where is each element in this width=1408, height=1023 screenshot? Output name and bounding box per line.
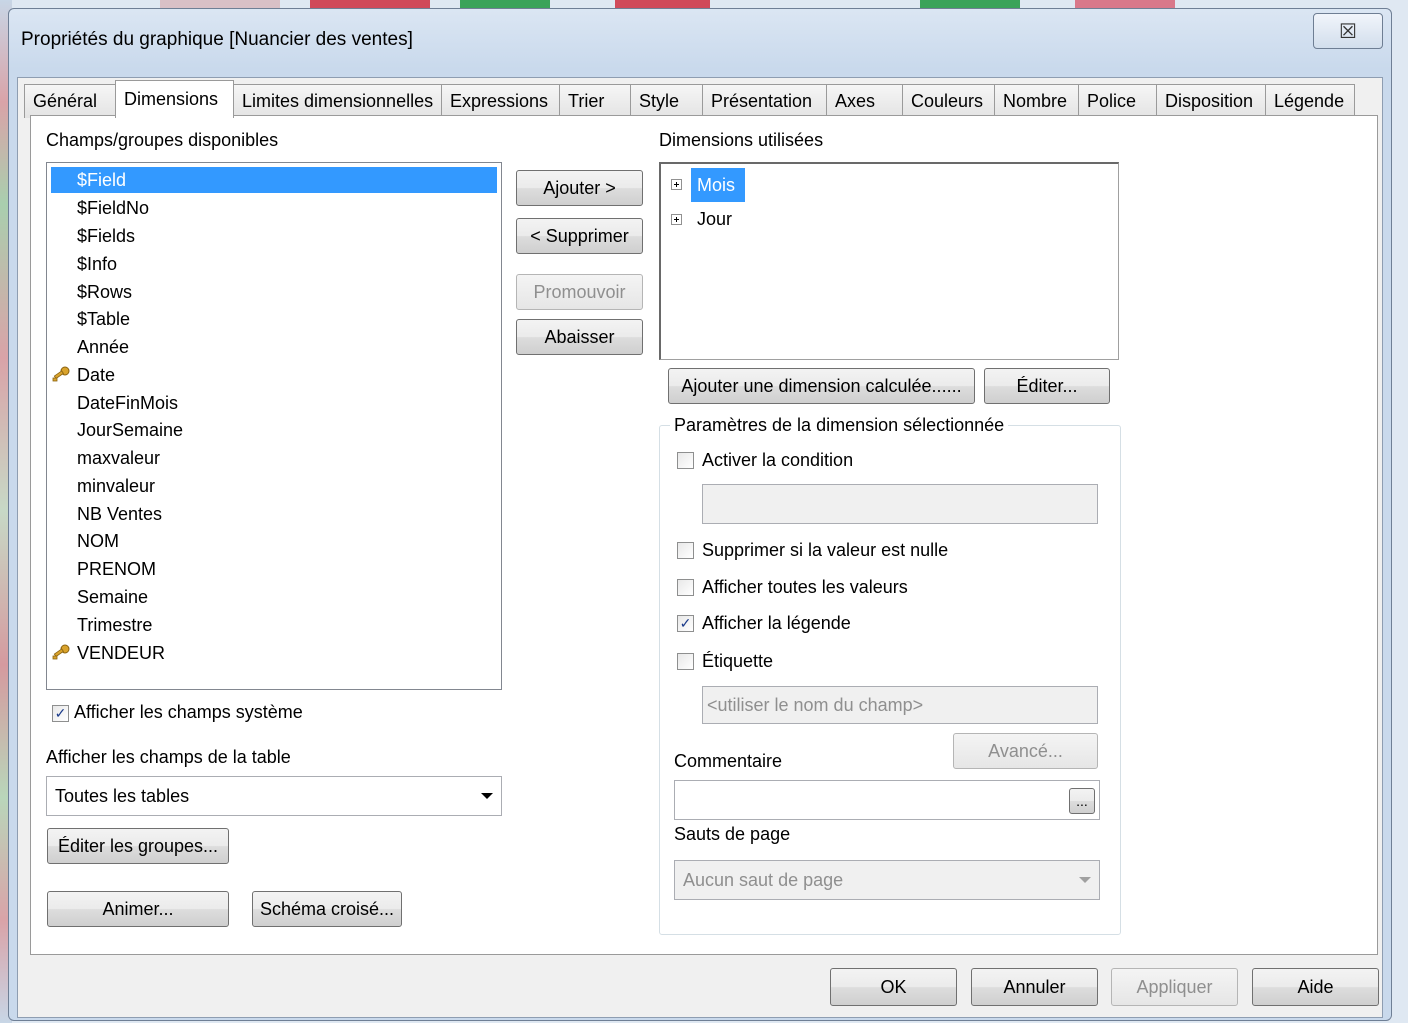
tab-dimensions[interactable]: Dimensions xyxy=(115,80,234,118)
tab-presentation[interactable]: Présentation xyxy=(702,84,827,118)
advanced-button[interactable]: Avancé... xyxy=(953,733,1098,769)
list-item[interactable]: Année xyxy=(77,334,129,360)
list-item[interactable]: $Info xyxy=(77,251,117,277)
list-item[interactable]: Date xyxy=(77,362,115,388)
tree-item-mois[interactable]: Mois xyxy=(691,168,745,202)
tab-sort[interactable]: Trier xyxy=(559,84,631,118)
show-all-values-checkbox[interactable] xyxy=(677,579,694,596)
show-legend-label: Afficher la légende xyxy=(702,613,851,633)
add-button[interactable]: Ajouter > xyxy=(516,170,643,206)
edit-dimension-button[interactable]: Éditer... xyxy=(984,368,1110,404)
list-item[interactable]: $Table xyxy=(77,306,130,332)
comment-label: Commentaire xyxy=(674,751,783,771)
list-item[interactable]: Trimestre xyxy=(77,612,152,638)
close-icon: ☒ xyxy=(1339,20,1357,43)
tab-expressions[interactable]: Expressions xyxy=(441,84,560,118)
page-breaks-label: Sauts de page xyxy=(674,824,791,844)
params-group-title: Paramètres de la dimension sélectionnée xyxy=(670,415,1009,436)
table-select-value: Toutes les tables xyxy=(55,785,190,806)
condition-input xyxy=(702,484,1098,524)
show-legend-checkbox[interactable]: ✓ xyxy=(677,615,694,632)
checkmark-icon: ✓ xyxy=(54,705,67,721)
table-fields-label: Afficher les champs de la table xyxy=(46,747,291,767)
tree-item-jour[interactable]: Jour xyxy=(697,206,732,232)
tab-general[interactable]: Général xyxy=(24,84,116,118)
label-label: Étiquette xyxy=(702,651,774,671)
promote-button[interactable]: Promouvoir xyxy=(516,274,643,310)
help-button[interactable]: Aide xyxy=(1252,968,1379,1006)
list-item[interactable]: $FieldNo xyxy=(77,195,149,221)
show-all-values-label: Afficher toutes les valeurs xyxy=(702,577,908,597)
label-input: <utiliser le nom du champ> xyxy=(702,686,1098,724)
tab-legend[interactable]: Légende xyxy=(1265,84,1355,118)
tab-strip: Général Dimensions Limites dimensionnell… xyxy=(24,80,1355,118)
list-item[interactable]: $Fields xyxy=(77,223,135,249)
list-item[interactable]: $Field xyxy=(51,167,497,193)
suppress-null-label: Supprimer si la valeur est nulle xyxy=(702,540,949,560)
key-icon xyxy=(52,366,70,382)
used-dimensions-label: Dimensions utilisées xyxy=(659,130,824,150)
list-item[interactable]: minvaleur xyxy=(77,473,155,499)
enable-condition-checkbox[interactable] xyxy=(677,452,694,469)
expand-icon[interactable] xyxy=(671,214,682,225)
list-item[interactable]: VENDEUR xyxy=(77,640,165,666)
show-system-fields-checkbox[interactable]: ✓ xyxy=(52,705,69,722)
edit-groups-button[interactable]: Éditer les groupes... xyxy=(47,828,229,864)
list-item[interactable]: NB Ventes xyxy=(77,501,162,527)
chevron-down-icon xyxy=(1079,877,1091,883)
list-item[interactable]: DateFinMois xyxy=(77,390,178,416)
apply-button[interactable]: Appliquer xyxy=(1111,968,1238,1006)
list-item[interactable]: JourSemaine xyxy=(77,417,183,443)
tab-layout[interactable]: Disposition xyxy=(1156,84,1266,118)
list-item[interactable]: $Rows xyxy=(77,279,132,305)
enable-condition-label: Activer la condition xyxy=(702,450,854,470)
suppress-null-checkbox[interactable] xyxy=(677,542,694,559)
checkmark-icon: ✓ xyxy=(679,615,692,631)
available-fields-list[interactable]: $Field $FieldNo $Fields $Info $Rows $Tab… xyxy=(46,162,502,690)
tab-style[interactable]: Style xyxy=(630,84,703,118)
list-item[interactable]: PRENOM xyxy=(77,556,156,582)
list-item[interactable]: maxvaleur xyxy=(77,445,160,471)
label-checkbox[interactable] xyxy=(677,653,694,670)
list-item[interactable]: Semaine xyxy=(77,584,148,610)
remove-button[interactable]: < Supprimer xyxy=(516,218,643,254)
add-calculated-dimension-button[interactable]: Ajouter une dimension calculée...... xyxy=(668,368,975,404)
tab-font[interactable]: Police xyxy=(1078,84,1157,118)
tab-axes[interactable]: Axes xyxy=(826,84,903,118)
comment-expression-button[interactable]: ... xyxy=(1069,788,1095,814)
cross-scheme-button[interactable]: Schéma croisé... xyxy=(252,891,402,927)
demote-button[interactable]: Abaisser xyxy=(516,319,643,355)
page-breaks-value: Aucun saut de page xyxy=(683,869,844,890)
tab-number[interactable]: Nombre xyxy=(994,84,1079,118)
table-select[interactable]: Toutes les tables xyxy=(46,776,502,816)
animate-button[interactable]: Animer... xyxy=(47,891,229,927)
close-button[interactable]: ☒ xyxy=(1313,13,1383,49)
available-fields-label: Champs/groupes disponibles xyxy=(46,130,279,150)
cancel-button[interactable]: Annuler xyxy=(971,968,1098,1006)
used-dimensions-tree[interactable]: Mois Jour xyxy=(659,162,1119,360)
comment-input[interactable] xyxy=(674,780,1100,820)
ok-button[interactable]: OK xyxy=(830,968,957,1006)
expand-icon[interactable] xyxy=(671,179,682,190)
chevron-down-icon xyxy=(481,793,493,799)
show-system-fields-label: Afficher les champs système xyxy=(74,702,303,722)
page-breaks-select[interactable]: Aucun saut de page xyxy=(674,860,1100,900)
list-item[interactable]: NOM xyxy=(77,528,119,554)
tab-colors[interactable]: Couleurs xyxy=(902,84,995,118)
dialog-title: Propriétés du graphique [Nuancier des ve… xyxy=(21,29,413,50)
tab-dimension-limits[interactable]: Limites dimensionnelles xyxy=(233,84,442,118)
key-icon xyxy=(52,644,70,660)
